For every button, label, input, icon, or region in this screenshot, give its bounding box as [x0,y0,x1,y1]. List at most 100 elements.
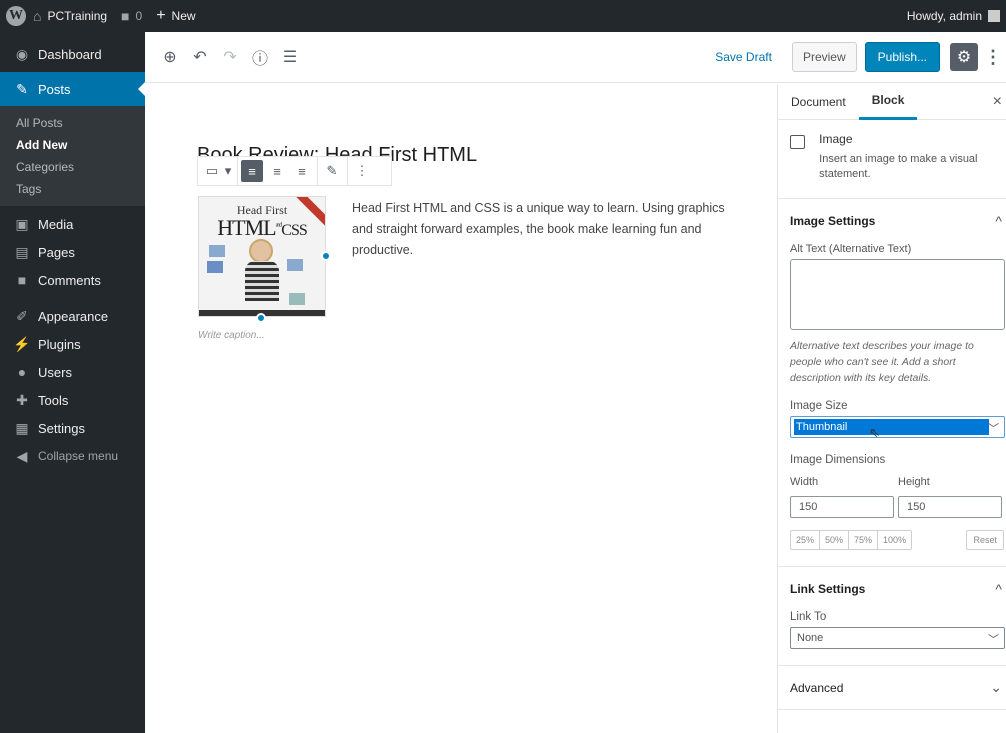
link-to-label: Link To [790,611,827,623]
resize-handle-right[interactable] [321,251,331,261]
link-settings-toggle[interactable]: Link Settings ^ [778,567,1006,611]
comments-link[interactable]: ■ 0 [114,0,149,32]
users-icon: ● [17,364,27,380]
sidebar-item-label: Settings [38,420,85,436]
mouse-cursor-icon: ⇖ [869,425,880,440]
tab-block[interactable]: Block [858,84,918,120]
cover-title-line2: HTMLandCSS [199,215,325,241]
image-settings-toggle[interactable]: Image Settings ^ [778,199,1006,243]
more-options-icon[interactable]: ⋮ [984,47,1002,68]
submenu-tags[interactable]: Tags [0,178,145,200]
chevron-up-icon: ^ [995,213,1002,229]
image-icon [790,135,806,149]
height-label: Height [898,476,930,488]
width-input[interactable]: 150 [790,496,894,518]
sidebar-item-label: Dashboard [38,46,102,62]
sidebar-item-dashboard[interactable]: ◉ Dashboard [0,40,145,68]
image-block-type-icon[interactable]: ▭ [201,160,223,182]
plug-icon: ⚡ [13,335,31,352]
sidebar-item-media[interactable]: ▣ Media [0,210,145,238]
image-size-value: Thumbnail [794,419,989,435]
comments-count: 0 [135,9,143,23]
alt-text-label: Alt Text (Alternative Text) [790,243,912,255]
alt-text-input[interactable] [790,259,1005,330]
preview-button[interactable]: Preview [791,42,857,72]
block-card: Image Insert an image to make a visual s… [778,120,1006,199]
scale-50-button[interactable]: 50% [820,531,850,549]
cover-thumb [289,293,305,305]
comments-icon: ■ [17,272,27,288]
scale-75-button[interactable]: 75% [849,531,879,549]
resize-handle-bottom[interactable] [256,313,266,323]
advanced-toggle[interactable]: Advanced ⌄ [778,666,1006,710]
block-navigation-icon[interactable]: ☰ [277,44,303,70]
edit-pencil-icon[interactable]: ✎ [321,160,343,182]
submenu-all-posts[interactable]: All Posts [0,112,145,134]
panel-title: Image Settings [790,214,876,228]
sidebar-item-posts[interactable]: ✎ Posts [0,72,145,106]
align-left-icon[interactable]: ≡ [241,160,263,182]
cover-person-body [245,261,279,301]
sidebar-item-label: Collapse menu [38,449,119,463]
panel-title: Advanced [790,680,844,695]
link-to-value: None [797,632,824,644]
add-block-icon[interactable]: ⊕ [157,44,183,70]
sidebar-item-comments[interactable]: ■ Comments [0,266,145,294]
sidebar-item-label: Tools [38,392,69,408]
settings-gear-icon[interactable]: ⚙ [950,43,978,71]
sidebar-item-label: Media [38,216,74,232]
my-account-link[interactable]: Howdy, admin [900,0,1006,32]
media-icon: ▣ [15,215,29,232]
new-content-link[interactable]: + New [149,0,202,32]
block-card-description: Insert an image to make a visual stateme… [819,153,978,180]
sidebar-item-label: Comments [38,272,101,288]
redo-icon[interactable]: ↷ [217,44,243,70]
avatar [988,10,1000,22]
sidebar-item-users[interactable]: ● Users [0,358,145,386]
dashboard-icon: ◉ [15,45,29,62]
site-name-link[interactable]: ⌂ PCTraining [26,0,114,32]
reset-button[interactable]: Reset [966,530,1004,550]
scale-100-button[interactable]: 100% [878,531,911,549]
new-label: New [171,9,196,23]
scale-button-group: 25% 50% 75% 100% [790,530,913,550]
image-caption-placeholder[interactable]: Write caption... [198,330,265,341]
more-options-icon[interactable]: ⋮ [351,160,373,182]
save-draft-button[interactable]: Save Draft [715,50,772,64]
submenu-add-new[interactable]: Add New [0,134,145,156]
tab-document[interactable]: Document [778,84,859,120]
chevron-down-icon: ⌄ [990,679,1002,695]
wordpress-logo-icon[interactable]: W [6,6,26,26]
sidebar-item-pages[interactable]: ▤ Pages [0,238,145,266]
align-right-icon[interactable]: ≡ [291,160,313,182]
comment-icon: ■ [121,8,130,24]
sidebar-item-plugins[interactable]: ⚡ Plugins [0,330,145,358]
paragraph-block[interactable]: Head First HTML and CSS is a unique way … [352,198,732,261]
panel-title: Link Settings [790,582,866,596]
chevron-down-icon: ﹀ [988,423,999,435]
publish-button[interactable]: Publish... [864,42,940,72]
align-center-icon[interactable]: ≡ [266,160,288,182]
sidebar-item-settings[interactable]: ▦ Settings [0,414,145,442]
submenu-categories[interactable]: Categories [0,156,145,178]
info-icon[interactable]: ⓘ [247,44,273,70]
cover-title-css: CSS [281,222,307,239]
link-to-select[interactable]: None ﹀ [790,627,1005,649]
scale-25-button[interactable]: 25% [791,531,821,549]
sidebar-item-label: Users [38,364,72,380]
chevron-down-icon[interactable]: ▾ [223,160,233,182]
undo-icon[interactable]: ↶ [187,44,213,70]
height-input[interactable]: 150 [898,496,1002,518]
pages-icon: ▤ [15,243,29,260]
toolbar-divider [237,156,238,186]
toolbar-divider [317,156,318,186]
dimension-labels: Width Height [790,476,1006,492]
book-cover-image[interactable]: Head First HTMLandCSS [198,196,326,317]
sidebar-item-collapse[interactable]: ◀ Collapse menu [0,442,145,470]
posts-submenu: All Posts Add New Categories Tags [0,106,145,206]
close-icon[interactable]: × [993,93,1002,111]
sidebar-item-appearance[interactable]: ✐ Appearance [0,302,145,330]
image-size-select[interactable]: Thumbnail ﹀ [790,416,1005,438]
chevron-up-icon: ^ [995,581,1002,597]
sidebar-item-tools[interactable]: ✚ Tools [0,386,145,414]
